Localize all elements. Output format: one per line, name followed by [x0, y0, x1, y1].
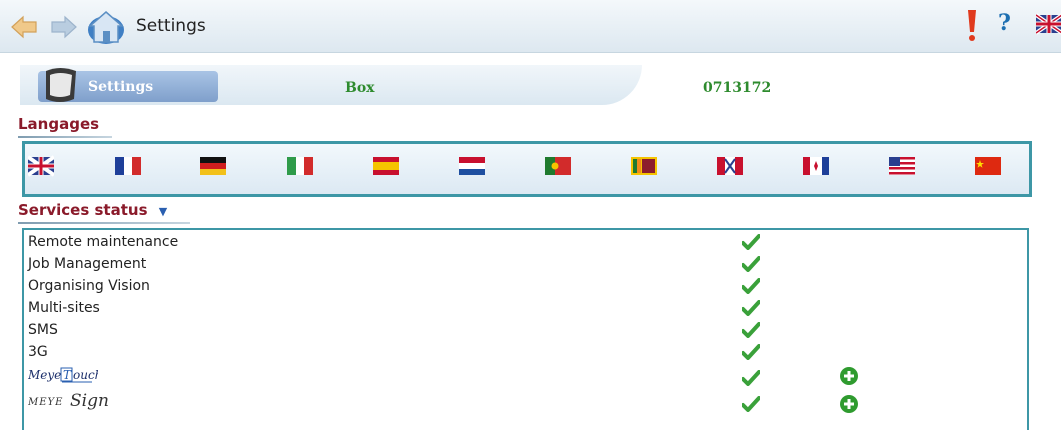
service-label: Multi-sites	[28, 300, 100, 316]
service-label: Remote maintenance	[28, 234, 179, 250]
germany-flag-icon[interactable]	[200, 155, 226, 177]
triangle-down-icon[interactable]: ▼	[159, 205, 167, 218]
svg-text:Meye: Meye	[28, 368, 61, 382]
check-icon	[742, 396, 760, 412]
add-icon[interactable]	[839, 366, 859, 386]
home-icon[interactable]	[86, 8, 126, 46]
help-icon[interactable]: ?	[998, 10, 1011, 36]
check-icon	[742, 344, 760, 360]
uk-flag-icon[interactable]	[1036, 13, 1061, 35]
languages-panel	[22, 141, 1032, 197]
page-title: Settings	[136, 16, 206, 36]
portugal-flag-icon[interactable]	[545, 155, 571, 177]
netherlands-flag-icon[interactable]	[459, 155, 485, 177]
check-icon	[742, 370, 760, 386]
svg-text:ouch: ouch	[73, 368, 98, 382]
sri-lanka-flag-icon[interactable]	[631, 155, 657, 177]
services-underline	[18, 222, 190, 224]
services-status-label: Services status	[18, 201, 148, 219]
check-icon	[742, 322, 760, 338]
meye-sign-logo: MEYE Sign	[28, 391, 109, 411]
meyetouch-logo: Meye T ouch	[28, 367, 98, 383]
settings-tab-icon	[46, 68, 76, 102]
alert-icon[interactable]	[964, 8, 980, 42]
top-bar: Settings ?	[0, 0, 1061, 53]
services-status-title[interactable]: Services status ▼	[18, 201, 167, 219]
box-label: Box	[345, 80, 375, 96]
svg-text:Sign: Sign	[70, 391, 109, 411]
check-icon	[742, 234, 760, 250]
forward-arrow-icon[interactable]	[50, 15, 78, 39]
service-label: 3G	[28, 344, 48, 360]
languages-underline	[18, 136, 112, 138]
languages-title: Langages	[18, 115, 100, 133]
check-icon	[742, 300, 760, 316]
svg-text:MEYE: MEYE	[28, 397, 63, 408]
service-label: SMS	[28, 322, 58, 338]
quebec-uk-flag-icon[interactable]	[717, 155, 743, 177]
china-flag-icon[interactable]	[975, 155, 1001, 177]
spain-flag-icon[interactable]	[373, 155, 399, 177]
box-id-value: 0713172	[703, 80, 772, 96]
services-panel: Remote maintenance Job Management Organi…	[22, 228, 1029, 430]
check-icon	[742, 256, 760, 272]
service-label: Job Management	[28, 256, 147, 272]
svg-text:T: T	[63, 368, 72, 382]
back-arrow-icon[interactable]	[10, 15, 38, 39]
italy-flag-icon[interactable]	[287, 155, 313, 177]
settings-tab-label[interactable]: Settings	[88, 79, 153, 95]
france-flag-icon[interactable]	[115, 155, 141, 177]
service-label: Organising Vision	[28, 278, 150, 294]
usa-flag-icon[interactable]	[889, 155, 915, 177]
uk-flag-icon[interactable]	[28, 155, 54, 177]
add-icon[interactable]	[839, 394, 859, 414]
check-icon	[742, 278, 760, 294]
quebec-fr-flag-icon[interactable]	[803, 155, 829, 177]
